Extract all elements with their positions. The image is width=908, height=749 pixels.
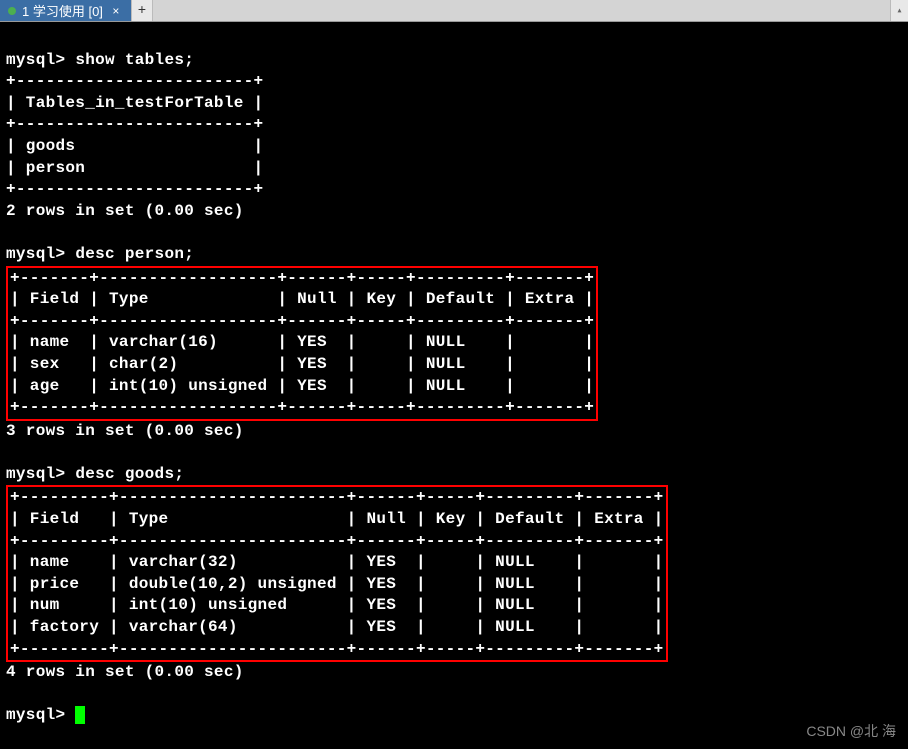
scroll-up-icon[interactable]: ▴: [890, 0, 908, 21]
table-border: +---------+-----------------------+-----…: [10, 488, 664, 506]
table-row: | goods |: [6, 137, 263, 155]
table-border: +------------------------+: [6, 72, 263, 90]
prompt: mysql>: [6, 465, 65, 483]
table-row: | age | int(10) unsigned | YES | | NULL …: [10, 377, 594, 395]
table-row: | name | varchar(32) | YES | | NULL | |: [10, 553, 664, 571]
highlight-box-person: +-------+------------------+------+-----…: [6, 266, 598, 421]
table-header: | Field | Type | Null | Key | Default | …: [10, 510, 664, 528]
cursor-icon: [75, 706, 85, 724]
table-row: | sex | char(2) | YES | | NULL | |: [10, 355, 594, 373]
highlight-box-goods: +---------+-----------------------+-----…: [6, 485, 668, 662]
result-summary: 4 rows in set (0.00 sec): [6, 663, 244, 681]
table-row: | name | varchar(16) | YES | | NULL | |: [10, 333, 594, 351]
add-tab-button[interactable]: +: [131, 0, 153, 21]
table-header: | Field | Type | Null | Key | Default | …: [10, 290, 594, 308]
result-summary: 3 rows in set (0.00 sec): [6, 422, 244, 440]
table-border: +---------+-----------------------+-----…: [10, 532, 664, 550]
table-border: +-------+------------------+------+-----…: [10, 312, 594, 330]
tab-label: 1 学习使用 [0]: [22, 1, 103, 20]
terminal-output[interactable]: mysql> show tables; +-------------------…: [0, 22, 908, 733]
table-row: | factory | varchar(64) | YES | | NULL |…: [10, 618, 664, 636]
watermark: CSDN @北 海: [806, 721, 896, 741]
tab-active[interactable]: 1 学习使用 [0] ×: [0, 0, 131, 21]
command-desc-goods: desc goods;: [75, 465, 184, 483]
table-border: +---------+-----------------------+-----…: [10, 640, 664, 658]
tab-bar: 1 学习使用 [0] × + ▴: [0, 0, 908, 22]
command-desc-person: desc person;: [75, 245, 194, 263]
result-summary: 2 rows in set (0.00 sec): [6, 202, 244, 220]
table-row: | price | double(10,2) unsigned | YES | …: [10, 575, 664, 593]
table-header: | Tables_in_testForTable |: [6, 94, 263, 112]
table-border: +------------------------+: [6, 115, 263, 133]
prompt: mysql>: [6, 245, 65, 263]
status-dot-icon: [8, 7, 16, 15]
close-icon[interactable]: ×: [109, 4, 123, 18]
table-border: +------------------------+: [6, 180, 263, 198]
table-row: | num | int(10) unsigned | YES | | NULL …: [10, 596, 664, 614]
prompt: mysql>: [6, 706, 65, 724]
command-show-tables: show tables;: [75, 51, 194, 69]
prompt: mysql>: [6, 51, 65, 69]
table-row: | person |: [6, 159, 263, 177]
table-border: +-------+------------------+------+-----…: [10, 398, 594, 416]
table-border: +-------+------------------+------+-----…: [10, 269, 594, 287]
